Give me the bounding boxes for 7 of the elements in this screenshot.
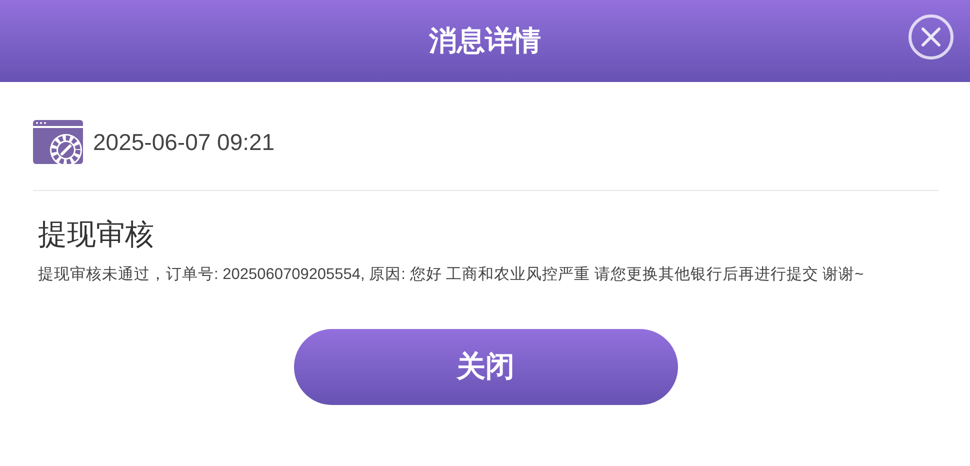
window-title: 消息详情	[429, 24, 541, 58]
close-button[interactable]: 关闭	[294, 329, 678, 405]
message-body: 提现审核未通过，订单号: 2025060709205554, 原因: 您好 工商和农业风控严重 请您更换其他银行后再进行提交 谢谢~	[38, 265, 865, 285]
close-icon[interactable]	[908, 14, 954, 60]
message-title: 提现审核	[38, 218, 155, 253]
message-time: 2025-06-07 09:21	[93, 128, 275, 156]
settings-window-icon	[33, 120, 83, 164]
